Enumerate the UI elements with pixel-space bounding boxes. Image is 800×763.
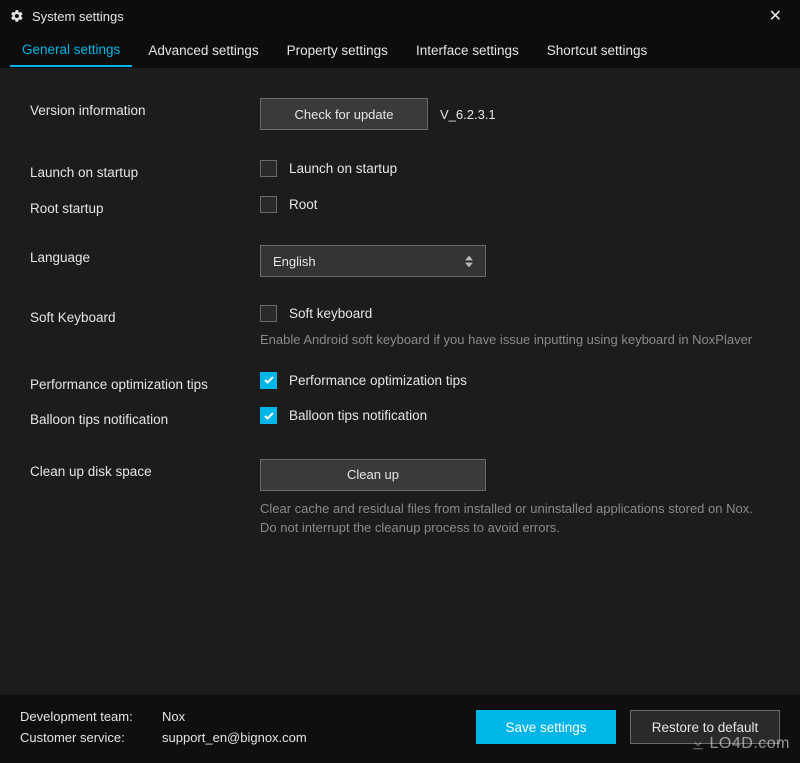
language-value: English xyxy=(273,254,316,269)
window-title: System settings xyxy=(32,9,761,24)
check-label-soft-keyboard: Soft keyboard xyxy=(289,306,372,321)
tab-advanced-settings[interactable]: Advanced settings xyxy=(136,35,270,66)
checkbox-balloon[interactable] xyxy=(260,407,277,424)
row-root: Root startup Root xyxy=(30,196,770,218)
check-label-balloon: Balloon tips notification xyxy=(289,408,427,423)
customer-service-label: Customer service: xyxy=(20,730,150,745)
language-select[interactable]: English xyxy=(260,245,486,277)
tab-shortcut-settings[interactable]: Shortcut settings xyxy=(535,35,660,66)
row-perf-tips: Performance optimization tips Performanc… xyxy=(30,372,770,394)
label-version: Version information xyxy=(30,98,260,120)
label-root: Root startup xyxy=(30,196,260,218)
tabs: General settings Advanced settings Prope… xyxy=(0,32,800,68)
dev-team-label: Development team: xyxy=(20,709,150,724)
save-settings-button[interactable]: Save settings xyxy=(476,710,616,744)
hint-soft-keyboard: Enable Android soft keyboard if you have… xyxy=(260,330,760,350)
check-update-button[interactable]: Check for update xyxy=(260,98,428,130)
hint-cleanup: Clear cache and residual files from inst… xyxy=(260,499,760,538)
row-launch: Launch on startup Launch on startup xyxy=(30,160,770,182)
label-launch: Launch on startup xyxy=(30,160,260,182)
customer-service-value: support_en@bignox.com xyxy=(162,730,307,745)
titlebar: System settings ✕ xyxy=(0,0,800,32)
footer: Development team: Nox Customer service: … xyxy=(0,695,800,763)
checkbox-launch[interactable] xyxy=(260,160,277,177)
chevron-updown-icon xyxy=(465,255,473,268)
check-label-root: Root xyxy=(289,197,318,212)
label-soft-keyboard: Soft Keyboard xyxy=(30,305,260,327)
label-balloon: Balloon tips notification xyxy=(30,407,260,429)
checkbox-soft-keyboard[interactable] xyxy=(260,305,277,322)
label-cleanup: Clean up disk space xyxy=(30,459,260,481)
checkbox-perf-tips[interactable] xyxy=(260,372,277,389)
row-soft-keyboard: Soft Keyboard Soft keyboard Enable Andro… xyxy=(30,305,770,350)
checkbox-root[interactable] xyxy=(260,196,277,213)
label-perf-tips: Performance optimization tips xyxy=(30,372,260,394)
tab-property-settings[interactable]: Property settings xyxy=(275,35,400,66)
row-cleanup: Clean up disk space Clean up Clear cache… xyxy=(30,459,770,538)
tab-interface-settings[interactable]: Interface settings xyxy=(404,35,531,66)
version-text: V_6.2.3.1 xyxy=(440,107,496,122)
check-label-perf-tips: Performance optimization tips xyxy=(289,373,467,388)
check-label-launch: Launch on startup xyxy=(289,161,397,176)
gear-icon xyxy=(10,9,24,23)
restore-default-button[interactable]: Restore to default xyxy=(630,710,780,744)
row-version: Version information Check for update V_6… xyxy=(30,98,770,130)
cleanup-button[interactable]: Clean up xyxy=(260,459,486,491)
footer-info: Development team: Nox Customer service: … xyxy=(20,709,476,745)
dev-team-value: Nox xyxy=(162,709,185,724)
close-button[interactable]: ✕ xyxy=(761,2,790,30)
label-language: Language xyxy=(30,245,260,267)
row-balloon: Balloon tips notification Balloon tips n… xyxy=(30,407,770,429)
tab-general-settings[interactable]: General settings xyxy=(10,34,132,67)
row-language: Language English xyxy=(30,245,770,277)
content-area: Version information Check for update V_6… xyxy=(0,68,800,695)
settings-window: System settings ✕ General settings Advan… xyxy=(0,0,800,763)
